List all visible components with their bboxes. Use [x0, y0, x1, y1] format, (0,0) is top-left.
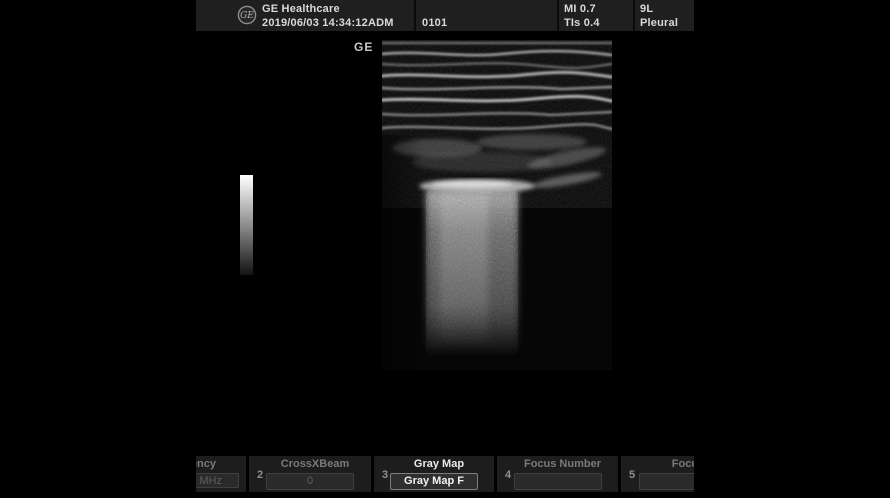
- control-frequency-value[interactable]: MHz: [196, 473, 239, 488]
- ultrasound-screen: GE GE Healthcare 2019/06/03 14:34:12ADM …: [196, 0, 694, 498]
- header-divider: [557, 0, 559, 31]
- exam-id: 0101: [422, 17, 447, 29]
- header-divider: [633, 0, 635, 31]
- control-gray-map: 3 Gray Map Gray Map F: [374, 456, 494, 492]
- control-gray-map-label: Gray Map: [384, 458, 494, 470]
- tis-value: TIs 0.4: [564, 17, 600, 29]
- control-frequency-label: ency: [196, 458, 216, 470]
- control-crossxbeam-label: CrossXBeam: [259, 458, 371, 470]
- svg-text:GE: GE: [240, 11, 254, 21]
- header-bar: GE GE Healthcare 2019/06/03 14:34:12ADM …: [196, 0, 694, 31]
- control-focus-number-label: Focus Number: [507, 458, 618, 470]
- ge-logo-icon: GE: [237, 5, 257, 25]
- control-focus-number-number: 4: [505, 469, 511, 481]
- preset-name: Pleural: [640, 17, 678, 29]
- mi-value: MI 0.7: [564, 3, 596, 15]
- control-gray-map-value[interactable]: Gray Map F: [390, 473, 478, 490]
- control-frequency: ency MHz: [196, 456, 246, 492]
- grayscale-bar: [240, 175, 253, 275]
- header-divider: [414, 0, 416, 31]
- control-focus-value[interactable]: [639, 473, 694, 490]
- exam-datetime: 2019/06/03 14:34:12ADM: [262, 17, 394, 29]
- ultrasound-image: [382, 40, 612, 370]
- control-focus-number-value[interactable]: [514, 473, 602, 490]
- probe-name: 9L: [640, 3, 653, 15]
- ge-watermark: GE: [354, 40, 373, 54]
- control-focus-number: 4 Focus Number: [497, 456, 618, 492]
- control-focus-label: Focus: [631, 458, 694, 470]
- control-gray-map-number: 3: [382, 469, 388, 481]
- control-focus: 5 Focus: [621, 456, 694, 492]
- control-crossxbeam: 2 CrossXBeam 0: [249, 456, 371, 492]
- control-crossxbeam-value[interactable]: 0: [266, 473, 354, 490]
- control-crossxbeam-number: 2: [257, 469, 263, 481]
- brand-name: GE Healthcare: [262, 3, 340, 15]
- control-focus-number-label-num: 5: [629, 469, 635, 481]
- ultrasound-app: GE GE Healthcare 2019/06/03 14:34:12ADM …: [0, 0, 890, 498]
